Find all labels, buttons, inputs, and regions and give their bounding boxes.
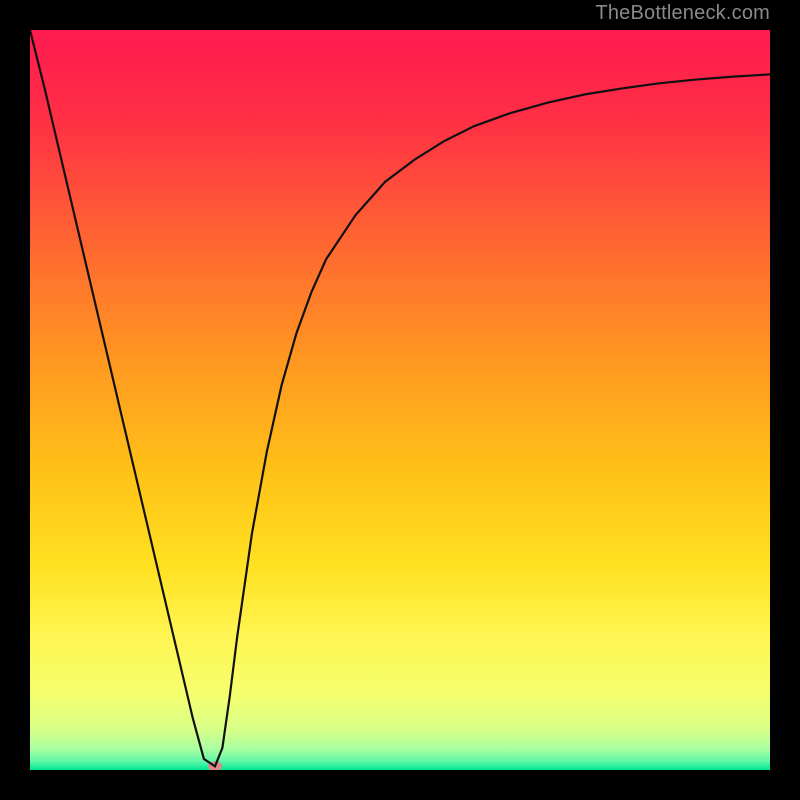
plot-area — [30, 30, 770, 770]
chart-frame: TheBottleneck.com — [0, 0, 800, 800]
bottleneck-curve — [30, 30, 770, 766]
curve-layer — [30, 30, 770, 770]
watermark-text: TheBottleneck.com — [595, 2, 770, 25]
